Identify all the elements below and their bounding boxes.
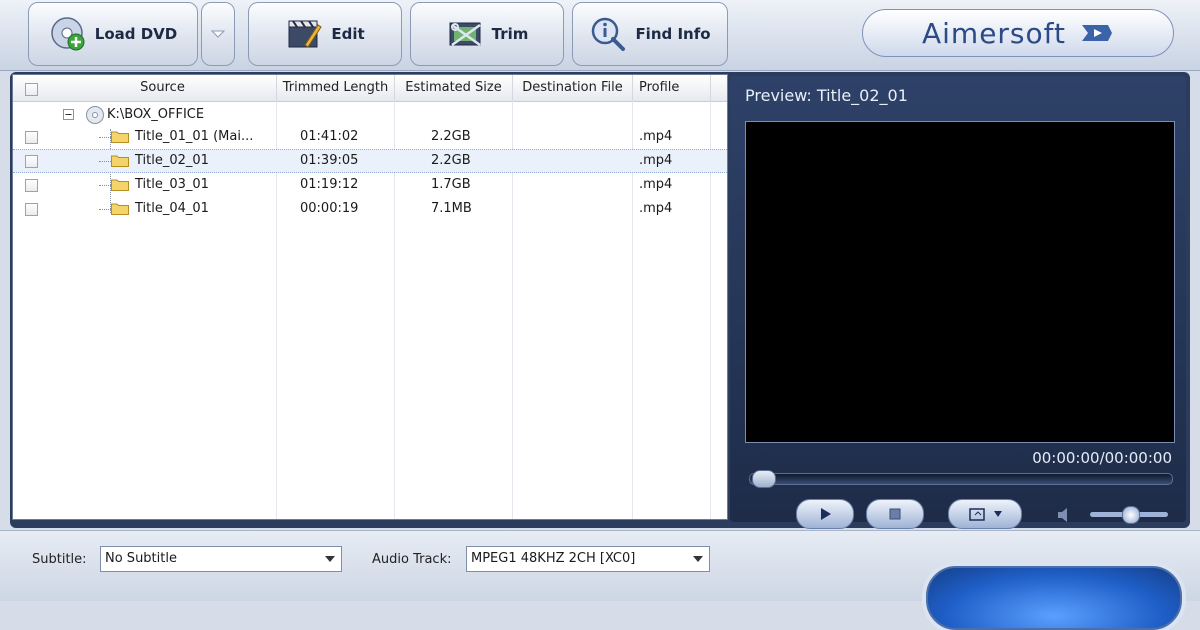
tree-guide-line (99, 161, 111, 162)
toolbar: Load DVD Edit Trim Find Info Aimersoft (0, 0, 1200, 71)
column-header-profile[interactable]: Profile (633, 75, 711, 101)
estimated-size: 7.1MB (431, 201, 472, 216)
film-trim-icon (449, 22, 481, 47)
snapshot-icon (969, 508, 985, 521)
clapperboard-edit-icon (288, 20, 323, 48)
tree-collapse-icon[interactable] (63, 109, 74, 120)
title-name: Title_04_01 (135, 201, 209, 216)
folder-icon (111, 203, 129, 215)
title-list: Source Trimmed Length Estimated Size Des… (12, 74, 728, 520)
title-name: Title_02_01 (135, 153, 209, 168)
table-row-selected[interactable]: Title_02_01 01:39:05 2.2GB .mp4 (13, 149, 727, 173)
tree-root-row[interactable]: K:\BOX_OFFICE (13, 103, 727, 127)
volume-handle[interactable] (1122, 506, 1140, 524)
estimated-size: 2.2GB (431, 153, 471, 168)
find-info-label: Find Info (635, 25, 711, 43)
load-dvd-label: Load DVD (94, 25, 178, 43)
tree-guide-line (99, 185, 111, 186)
stop-icon (889, 508, 901, 520)
stop-button[interactable] (866, 499, 924, 529)
column-header-destination-file[interactable]: Destination File (513, 75, 633, 101)
row-checkbox[interactable] (25, 155, 38, 168)
tree-guide-line (99, 137, 111, 138)
brand-logo: Aimersoft (862, 9, 1174, 57)
subtitle-value: No Subtitle (105, 551, 177, 566)
dvd-drive-icon (86, 106, 104, 124)
select-all-checkbox[interactable] (25, 83, 38, 96)
tree-root-label: K:\BOX_OFFICE (107, 107, 205, 122)
find-info-button[interactable]: Find Info (572, 2, 728, 66)
trimmed-length: 01:41:02 (300, 129, 359, 144)
tree-guide-line (99, 209, 111, 210)
trim-label: Trim (491, 25, 529, 43)
load-dvd-button[interactable]: Load DVD (28, 2, 198, 66)
row-checkbox[interactable] (25, 179, 38, 192)
start-convert-button[interactable] (926, 566, 1182, 630)
edit-button[interactable]: Edit (248, 2, 402, 66)
trimmed-length: 01:39:05 (300, 153, 359, 168)
chevron-down-icon (325, 556, 335, 562)
info-search-icon (592, 17, 626, 51)
play-icon (821, 508, 831, 520)
trimmed-length: 01:19:12 (300, 177, 359, 192)
brand-name: Aimersoft (921, 16, 1066, 50)
table-row[interactable]: Title_01_01 (Mai... 01:41:02 2.2GB .mp4 (13, 125, 727, 149)
subtitle-label: Subtitle: (32, 552, 87, 567)
profile-ext: .mp4 (639, 129, 673, 144)
profile-ext: .mp4 (639, 201, 673, 216)
snapshot-button[interactable] (948, 499, 1022, 529)
profile-ext: .mp4 (639, 153, 673, 168)
table-row[interactable]: Title_04_01 00:00:19 7.1MB .mp4 (13, 197, 727, 221)
audio-track-value: MPEG1 48KHZ 2CH [XC0] (471, 551, 636, 566)
title-name: Title_01_01 (Mai... (135, 129, 254, 144)
folder-icon (111, 155, 129, 167)
video-screen (745, 121, 1175, 443)
timecode: 00:00:00/00:00:00 (1032, 449, 1172, 467)
play-button[interactable] (796, 499, 854, 529)
chevron-down-icon (994, 511, 1002, 517)
trim-button[interactable]: Trim (410, 2, 564, 66)
subtitle-select[interactable]: No Subtitle (100, 546, 342, 572)
title-name: Title_03_01 (135, 177, 209, 192)
estimated-size: 2.2GB (431, 129, 471, 144)
chevron-down-icon (211, 30, 225, 38)
audio-track-label: Audio Track: (372, 552, 452, 567)
edit-label: Edit (331, 25, 365, 43)
row-checkbox[interactable] (25, 203, 38, 216)
load-dvd-dropdown-button[interactable] (201, 2, 235, 66)
dvd-add-icon (51, 17, 85, 51)
preview-title: Preview: Title_02_01 (745, 86, 908, 105)
brand-arrow-icon (1082, 25, 1112, 41)
volume-icon[interactable] (1056, 506, 1076, 524)
estimated-size: 1.7GB (431, 177, 471, 192)
column-header-source[interactable]: Source (49, 75, 277, 101)
audio-track-select[interactable]: MPEG1 48KHZ 2CH [XC0] (466, 546, 710, 572)
folder-icon (111, 179, 129, 191)
seek-handle[interactable] (752, 470, 776, 488)
column-header-trimmed-length[interactable]: Trimmed Length (277, 75, 395, 101)
trimmed-length: 00:00:19 (300, 201, 359, 216)
table-row[interactable]: Title_03_01 01:19:12 1.7GB .mp4 (13, 173, 727, 197)
row-checkbox[interactable] (25, 131, 38, 144)
chevron-down-icon (693, 556, 703, 562)
folder-icon (111, 131, 129, 143)
profile-ext: .mp4 (639, 177, 673, 192)
list-header: Source Trimmed Length Estimated Size Des… (13, 75, 727, 102)
seek-bar[interactable] (749, 473, 1173, 485)
column-header-estimated-size[interactable]: Estimated Size (395, 75, 513, 101)
